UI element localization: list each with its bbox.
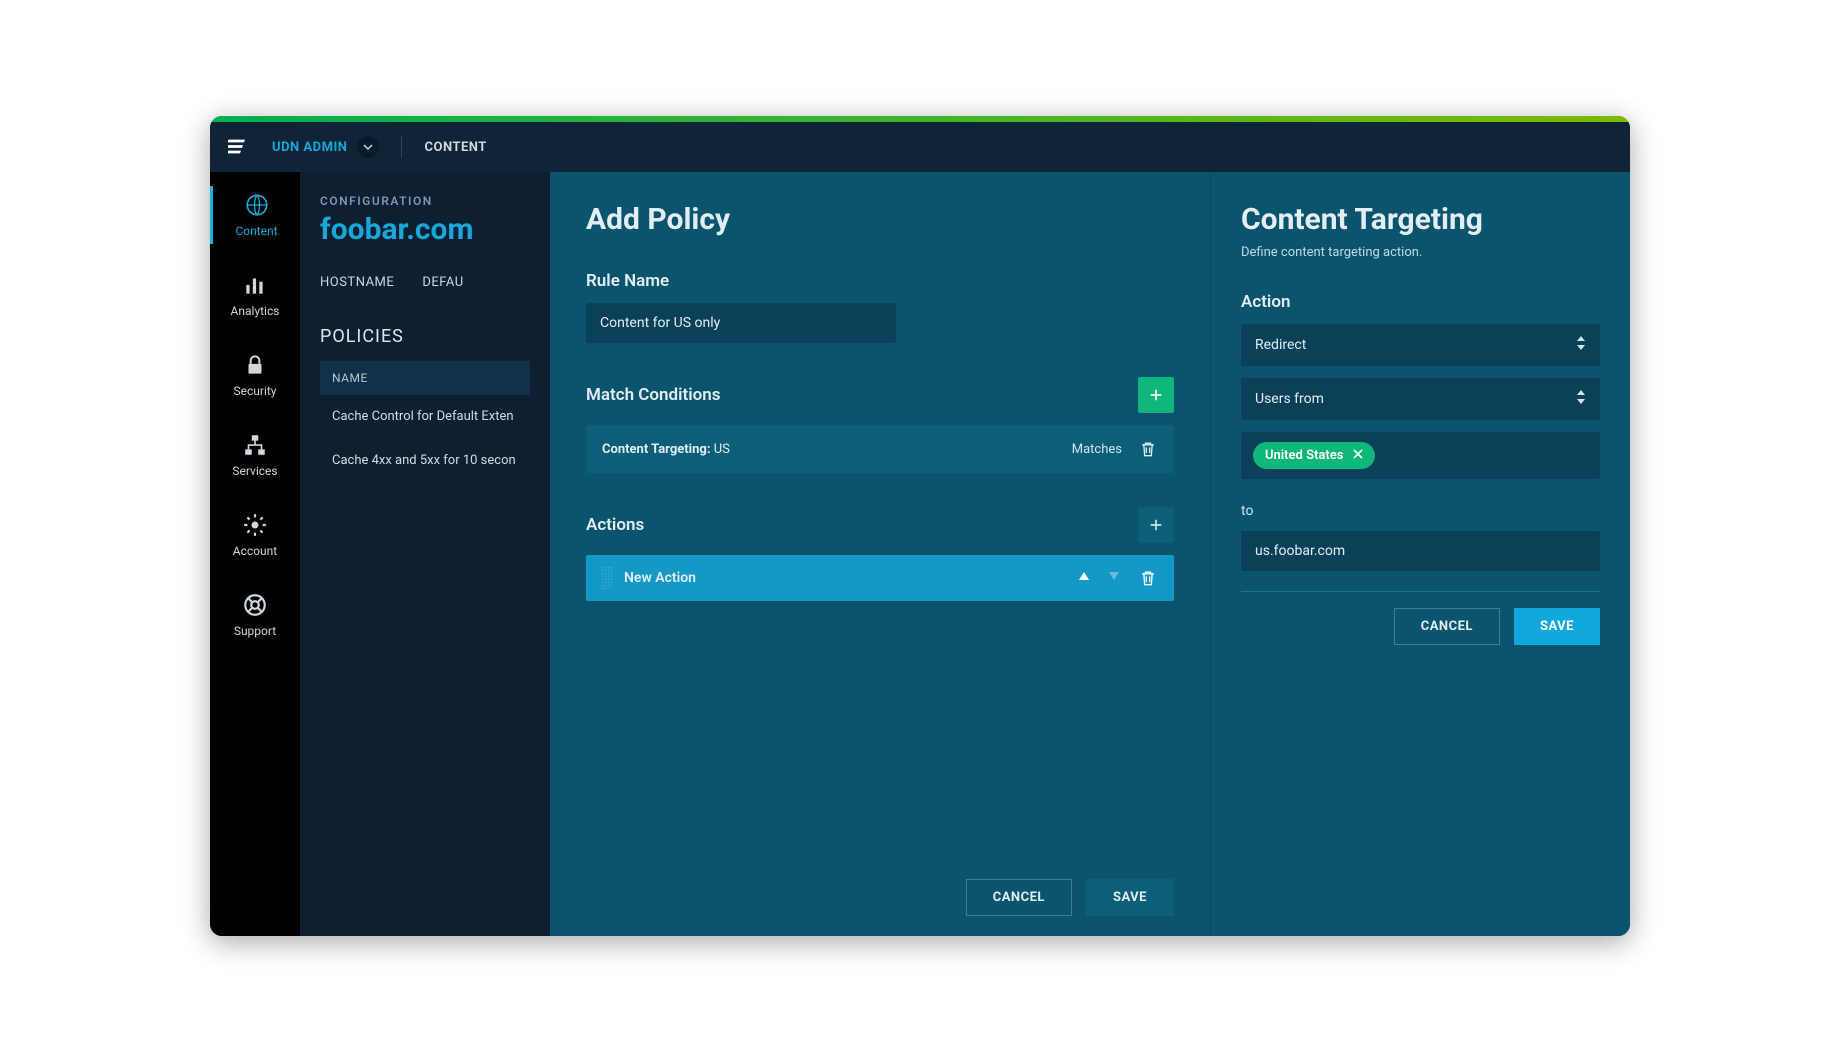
triangle-up-icon xyxy=(1078,570,1090,582)
sidebar-item-security[interactable]: Security xyxy=(210,346,300,404)
sidebar-item-label: Security xyxy=(234,384,277,398)
move-down-button[interactable] xyxy=(1108,570,1120,586)
cancel-button[interactable]: CANCEL xyxy=(966,879,1072,916)
table-row[interactable]: Cache 4xx and 5xx for 10 secon xyxy=(320,439,530,483)
lock-icon xyxy=(242,352,268,378)
brand-logo-icon xyxy=(228,136,250,158)
sidebar-item-analytics[interactable]: Analytics xyxy=(210,266,300,324)
hostname-title: foobar.com xyxy=(320,212,530,247)
country-input[interactable]: United States xyxy=(1241,432,1600,479)
plus-icon xyxy=(1147,386,1165,404)
panel-title: Add Policy xyxy=(586,202,1174,237)
top-header: UDN ADMIN CONTENT xyxy=(210,122,1630,172)
action-name: New Action xyxy=(624,570,696,586)
config-tabs: HOSTNAME DEFAU xyxy=(320,275,530,290)
table-header-name[interactable]: NAME xyxy=(320,361,530,395)
chevron-down-icon xyxy=(357,136,379,158)
save-button[interactable]: SAVE xyxy=(1514,608,1600,645)
country-chip: United States xyxy=(1253,442,1375,469)
drag-handle-icon[interactable] xyxy=(602,567,612,589)
destination-input[interactable] xyxy=(1241,531,1600,571)
network-icon xyxy=(242,432,268,458)
cancel-button[interactable]: CANCEL xyxy=(1394,608,1500,645)
add-policy-panel: Add Policy Rule Name Match Conditions Co… xyxy=(550,172,1210,936)
plus-icon xyxy=(1147,516,1165,534)
match-conditions-label: Match Conditions xyxy=(586,385,721,405)
triangle-down-icon xyxy=(1108,570,1120,582)
rule-name-label: Rule Name xyxy=(586,271,1174,291)
sidebar-item-label: Analytics xyxy=(231,304,280,318)
app-window: UDN ADMIN CONTENT Content Analytics Secu… xyxy=(210,116,1630,936)
sidebar-item-label: Account xyxy=(233,544,277,558)
condition-row[interactable]: Content Targeting: US Matches xyxy=(586,425,1174,473)
sidebar-item-label: Services xyxy=(232,464,277,478)
delete-action-button[interactable] xyxy=(1138,568,1158,588)
sidebar: Content Analytics Security Services Acco… xyxy=(210,172,300,936)
users-from-select[interactable]: Users from xyxy=(1241,378,1600,420)
gear-icon xyxy=(242,512,268,538)
condition-match-type: Matches xyxy=(1072,442,1122,457)
breadcrumb[interactable]: CONTENT xyxy=(424,140,486,155)
sidebar-item-support[interactable]: Support xyxy=(210,586,300,644)
bars-icon xyxy=(242,272,268,298)
admin-dropdown[interactable]: UDN ADMIN xyxy=(272,136,379,158)
configuration-label: CONFIGURATION xyxy=(320,194,530,208)
add-condition-button[interactable] xyxy=(1138,377,1174,413)
sidebar-item-account[interactable]: Account xyxy=(210,506,300,564)
chip-remove-button[interactable] xyxy=(1353,448,1363,463)
add-action-button[interactable] xyxy=(1138,507,1174,543)
panel-title: Content Targeting xyxy=(1241,202,1600,237)
lifebuoy-icon xyxy=(242,592,268,618)
tab-hostname[interactable]: HOSTNAME xyxy=(320,275,394,290)
to-label: to xyxy=(1241,503,1600,519)
close-icon xyxy=(1353,449,1363,459)
actions-label: Actions xyxy=(586,515,644,535)
select-value: Users from xyxy=(1255,391,1324,407)
condition-text: Content Targeting: US xyxy=(602,442,730,457)
sort-icon xyxy=(1576,390,1586,408)
sidebar-item-label: Support xyxy=(234,624,276,638)
rule-name-input[interactable] xyxy=(586,303,896,343)
globe-icon xyxy=(244,192,270,218)
tab-defaults[interactable]: DEFAU xyxy=(422,275,463,290)
table-row[interactable]: Cache Control for Default Exten xyxy=(320,395,530,439)
divider xyxy=(1241,591,1600,592)
sidebar-item-services[interactable]: Services xyxy=(210,426,300,484)
policies-table: NAME Cache Control for Default Exten Cac… xyxy=(320,361,530,483)
config-panel: CONFIGURATION foobar.com HOSTNAME DEFAU … xyxy=(300,172,550,936)
content-targeting-panel: Content Targeting Define content targeti… xyxy=(1210,172,1630,936)
chip-label: United States xyxy=(1265,448,1343,463)
admin-label: UDN ADMIN xyxy=(272,140,347,155)
delete-condition-button[interactable] xyxy=(1138,439,1158,459)
divider xyxy=(401,136,402,158)
sort-icon xyxy=(1576,336,1586,354)
policies-heading: POLICIES xyxy=(320,326,530,347)
action-label: Action xyxy=(1241,292,1600,312)
sidebar-item-content[interactable]: Content xyxy=(210,186,300,244)
sidebar-item-label: Content xyxy=(235,224,277,238)
action-select[interactable]: Redirect xyxy=(1241,324,1600,366)
move-up-button[interactable] xyxy=(1078,570,1090,586)
select-value: Redirect xyxy=(1255,337,1306,353)
panel-subtitle: Define content targeting action. xyxy=(1241,245,1600,260)
save-button[interactable]: SAVE xyxy=(1086,879,1174,916)
action-row[interactable]: New Action xyxy=(586,555,1174,601)
